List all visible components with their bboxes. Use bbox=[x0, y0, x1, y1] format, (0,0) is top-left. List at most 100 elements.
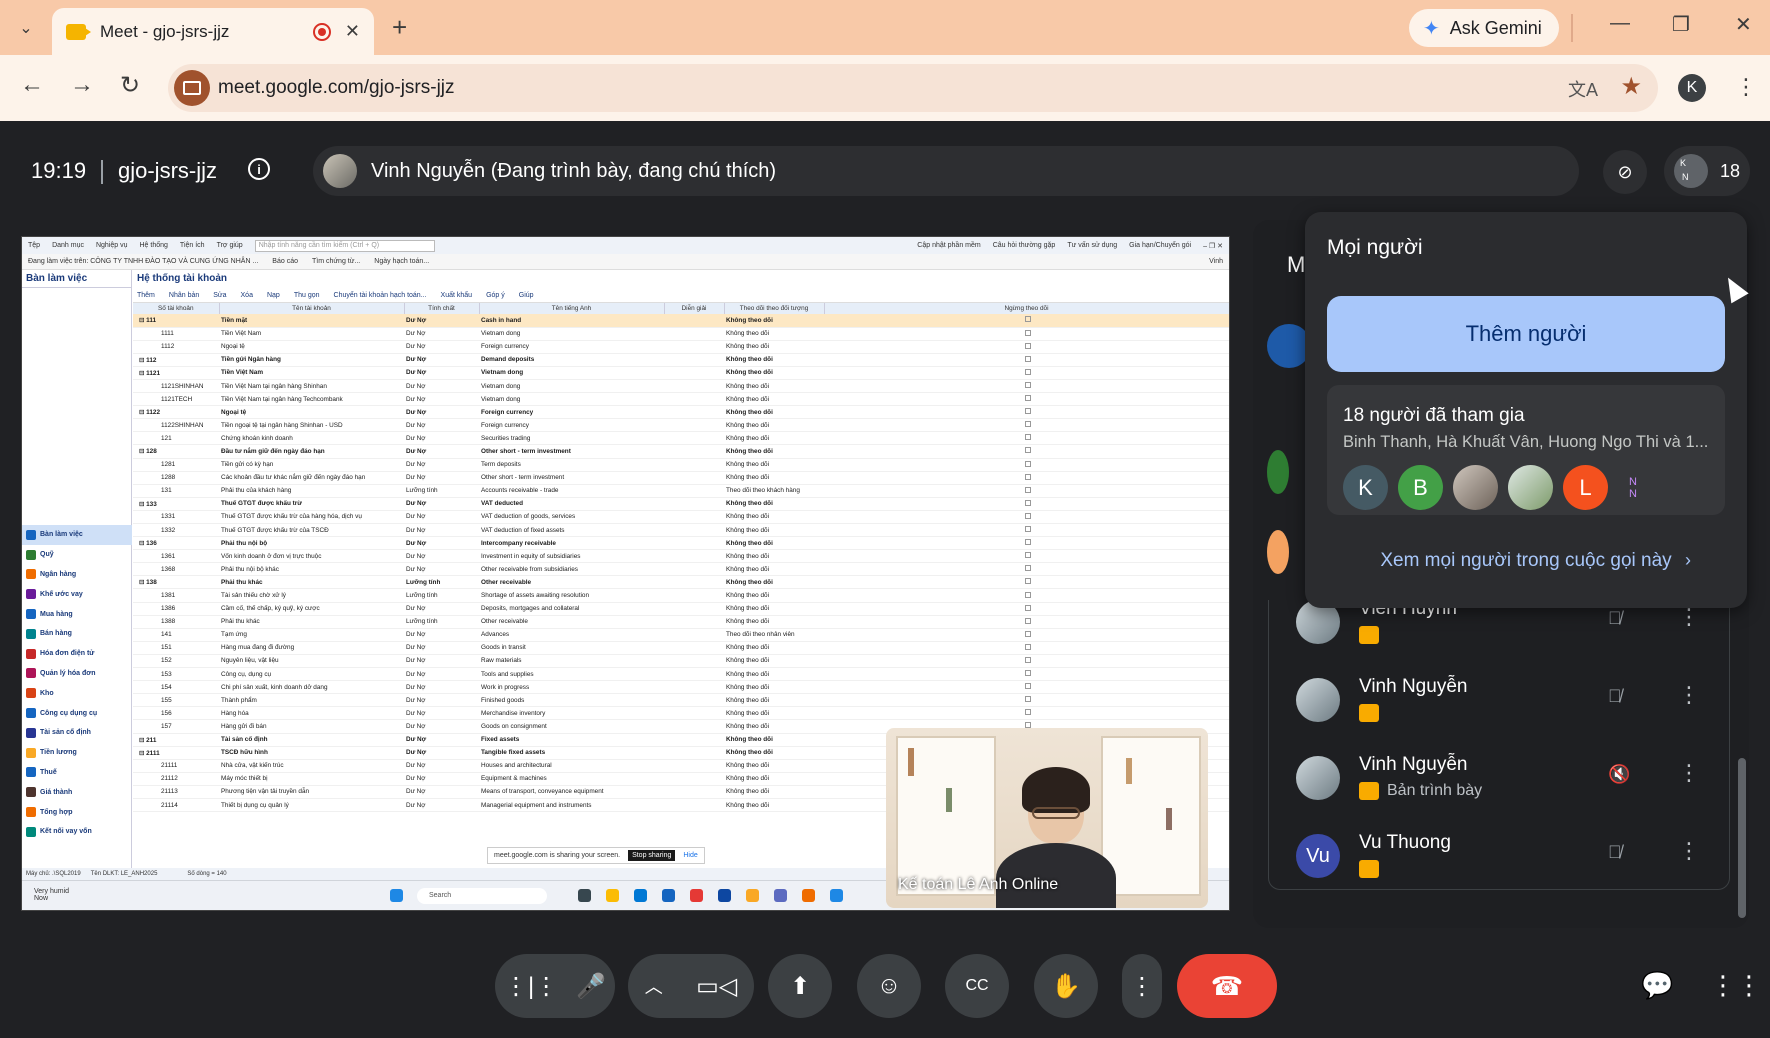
table-row[interactable]: 131 Phải thu của khách hàng Lưỡng tính Acco… bbox=[133, 484, 1229, 498]
tab-close-icon[interactable]: ✕ bbox=[345, 21, 360, 42]
ask-gemini-button[interactable]: ✦ Ask Gemini bbox=[1409, 9, 1559, 47]
module-item[interactable]: Mua hàng bbox=[22, 604, 132, 624]
module-item[interactable]: Công cụ dụng cụ bbox=[22, 703, 132, 723]
captions-off-icon[interactable]: ⊘ bbox=[1603, 150, 1647, 194]
module-item[interactable]: Giá thành bbox=[22, 782, 132, 802]
table-row[interactable]: 1388 Phải thu khác Lưỡng tính Other receiva… bbox=[133, 615, 1229, 629]
presenter-banner[interactable]: Vinh Nguyễn (Đang trình bày, đang chú th… bbox=[313, 146, 1579, 196]
duplicate-button[interactable]: Nhân bản bbox=[169, 292, 199, 299]
stop-tracking-checkbox[interactable] bbox=[1024, 395, 1031, 402]
table-row[interactable]: 1331 Thuế GTGT được khấu trừ của hàng hóa… bbox=[133, 510, 1229, 525]
camera-icon[interactable]: ▭◁ bbox=[696, 972, 737, 1001]
stop-tracking-checkbox[interactable] bbox=[1024, 408, 1031, 415]
column-header[interactable]: Tính chất bbox=[404, 303, 480, 314]
stop-tracking-checkbox[interactable] bbox=[1024, 421, 1031, 428]
table-row[interactable]: 141 Tạm ứng Dư Nợ Advances Theo dõi theo nhâ… bbox=[133, 628, 1229, 642]
profile-avatar[interactable]: K bbox=[1678, 74, 1706, 102]
close-window-button[interactable]: ✕ bbox=[1735, 12, 1752, 37]
stop-tracking-checkbox[interactable] bbox=[1024, 683, 1031, 690]
windows-start-icon[interactable] bbox=[390, 889, 403, 902]
file-explorer-icon[interactable] bbox=[746, 889, 759, 902]
teams-icon[interactable] bbox=[774, 889, 787, 902]
stop-tracking-checkbox[interactable] bbox=[1024, 565, 1031, 572]
self-video-tile[interactable]: Kế toán Lê Anh Online bbox=[886, 728, 1208, 908]
stop-tracking-checkbox[interactable] bbox=[1024, 447, 1031, 454]
participant-row[interactable]: Vinh Nguyễn Bản trình bày 🔇 ⋮ bbox=[1269, 746, 1709, 810]
stop-tracking-checkbox[interactable] bbox=[1024, 630, 1031, 637]
module-item[interactable]: Thuế bbox=[22, 763, 132, 783]
weather-widget[interactable]: Very humid Now bbox=[34, 888, 69, 902]
app-window-controls[interactable]: – ❐ ✕ bbox=[1203, 242, 1223, 250]
chrome-icon[interactable] bbox=[606, 889, 619, 902]
module-item[interactable]: Tài sản cố định bbox=[22, 723, 132, 743]
app-search-input[interactable]: Nhập tính năng cần tìm kiếm (Ctrl + Q) bbox=[254, 239, 435, 252]
zalo-icon[interactable] bbox=[830, 889, 843, 902]
menu-item[interactable]: Tiện ích bbox=[180, 242, 205, 249]
edit-button[interactable]: Sửa bbox=[213, 292, 226, 299]
column-header[interactable]: Diễn giải bbox=[664, 303, 725, 314]
module-item[interactable]: Kết nối vay vốn bbox=[22, 822, 132, 842]
export-button[interactable]: Xuất khẩu bbox=[441, 292, 473, 299]
forward-arrow-icon[interactable]: → bbox=[70, 71, 94, 99]
table-row[interactable]: 1332 Thuế GTGT được khấu trừ của TSCĐ Dư N… bbox=[133, 523, 1229, 538]
feedback-button[interactable]: Góp ý bbox=[486, 292, 505, 299]
stop-sharing-button[interactable]: Stop sharing bbox=[628, 850, 676, 861]
find-voucher-button[interactable]: Tìm chứng từ... bbox=[312, 258, 360, 265]
module-item[interactable]: Khế ước vay bbox=[22, 584, 132, 604]
delete-button[interactable]: Xóa bbox=[241, 292, 253, 299]
stop-tracking-checkbox[interactable] bbox=[1024, 499, 1031, 506]
table-row[interactable]: 1122SHINHAN Tiền ngoại tệ tại ngân hàng S… bbox=[133, 418, 1229, 433]
browser-menu-icon[interactable]: ⋮ bbox=[1735, 74, 1757, 100]
taskbar-search[interactable]: Search bbox=[417, 888, 547, 904]
table-row[interactable]: ⊟ 111 Tiền mặt Dư Nợ Cash in hand Không theo… bbox=[133, 314, 1229, 328]
module-item[interactable]: Hóa đơn điện tử bbox=[22, 644, 132, 664]
table-row[interactable]: ⊟ 138 Phải thu khác Lưỡng tính Other receiv… bbox=[133, 575, 1229, 590]
reactions-button[interactable]: ☺ bbox=[857, 954, 921, 1018]
collapse-button[interactable]: Thu gọn bbox=[294, 292, 320, 299]
table-row[interactable]: ⊟ 112 Tiền gửi Ngân hàng Dư Nợ Demand depos… bbox=[133, 353, 1229, 367]
raise-hand-button[interactable]: ✋ bbox=[1034, 954, 1098, 1018]
new-tab-button[interactable]: + bbox=[392, 12, 407, 43]
captions-button[interactable]: CC bbox=[945, 954, 1009, 1018]
back-arrow-icon[interactable]: ← bbox=[20, 71, 44, 99]
stop-tracking-checkbox[interactable] bbox=[1024, 591, 1031, 598]
tab-search-button[interactable]: ⌄ bbox=[10, 14, 42, 42]
audio-level-icon[interactable]: ⋮|⋮ bbox=[504, 972, 558, 1001]
module-item[interactable]: Kho bbox=[22, 683, 132, 703]
column-header[interactable]: Số tài khoản bbox=[133, 303, 220, 314]
stop-tracking-checkbox[interactable] bbox=[1024, 709, 1031, 716]
address-bar[interactable]: meet.google.com/gjo-jsrs-jjz 文A ★ bbox=[168, 64, 1658, 112]
stop-tracking-checkbox[interactable] bbox=[1024, 460, 1031, 467]
table-row[interactable]: 155 Thành phẩm Dư Nợ Finished goods Không th… bbox=[133, 693, 1229, 708]
stop-tracking-checkbox[interactable] bbox=[1024, 526, 1031, 533]
see-all-people-link[interactable]: Xem mọi người trong cuộc gọi này › bbox=[1327, 534, 1725, 588]
stop-tracking-checkbox[interactable] bbox=[1024, 604, 1031, 611]
participant-row[interactable]: Vinh Nguyễn 🎙̸ ⋮ bbox=[1269, 668, 1709, 732]
menu-item[interactable]: Tệp bbox=[28, 242, 40, 249]
module-item[interactable]: Bán hàng bbox=[22, 624, 132, 644]
stop-tracking-checkbox[interactable] bbox=[1024, 329, 1031, 336]
app-icon[interactable] bbox=[802, 889, 815, 902]
stop-tracking-checkbox[interactable] bbox=[1024, 670, 1031, 677]
consult-link[interactable]: Tư vấn sử dụng bbox=[1067, 242, 1117, 250]
table-row[interactable]: 1121SHINHAN Tiền Việt Nam tại ngân hàng S… bbox=[133, 379, 1229, 394]
edge-icon[interactable] bbox=[634, 889, 647, 902]
add-button[interactable]: Thêm bbox=[137, 292, 155, 299]
stop-tracking-checkbox[interactable] bbox=[1024, 539, 1031, 546]
table-row[interactable]: 1381 Tài sản thiếu chờ xử lý Lưỡng tính Sho… bbox=[133, 588, 1229, 603]
stop-tracking-checkbox[interactable] bbox=[1024, 434, 1031, 441]
table-row[interactable]: 121 Chứng khoán kinh doanh Dư Nợ Securities… bbox=[133, 431, 1229, 446]
column-header[interactable]: Tên tài khoản bbox=[219, 303, 405, 314]
bookmark-star-icon[interactable]: ★ bbox=[1620, 72, 1642, 101]
column-header[interactable]: Theo dõi theo đối tượng bbox=[724, 303, 825, 314]
table-row[interactable]: 1112 Ngoại tệ Dư Nợ Foreign currency Không t… bbox=[133, 340, 1229, 354]
minimize-window-button[interactable]: — bbox=[1610, 12, 1630, 35]
table-row[interactable]: 1111 Tiền Việt Nam Dư Nợ Vietnam dong Không … bbox=[133, 327, 1229, 341]
meeting-info-icon[interactable]: i bbox=[248, 158, 270, 180]
joined-participants-card[interactable]: 18 người đã tham gia Binh Thanh, Hà Khuấ… bbox=[1327, 385, 1725, 515]
participants-button[interactable]: KN 18 bbox=[1664, 146, 1750, 196]
table-row[interactable]: ⊟ 1121 Tiền Việt Nam Dư Nợ Vietnam dong Khôn… bbox=[133, 366, 1229, 380]
stop-tracking-checkbox[interactable] bbox=[1024, 643, 1031, 650]
task-view-icon[interactable] bbox=[578, 889, 591, 902]
table-row[interactable]: 154 Chi phí sản xuất, kinh doanh dở dang D… bbox=[133, 680, 1229, 695]
